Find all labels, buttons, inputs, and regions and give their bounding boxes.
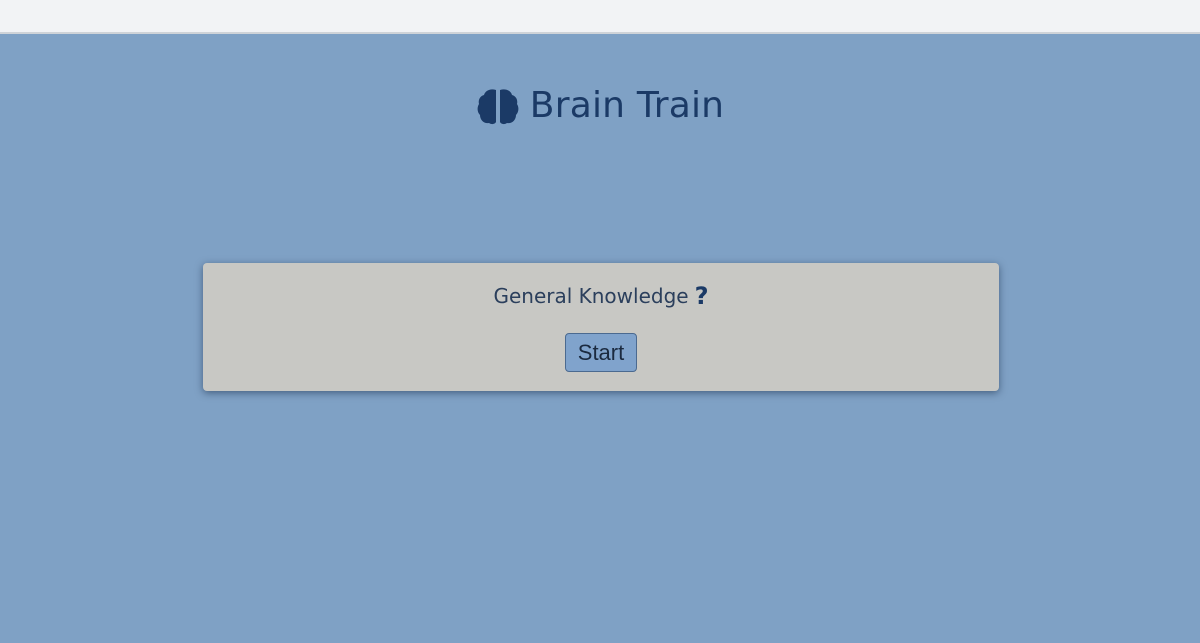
quiz-card: General Knowledge ? Start [203, 263, 999, 391]
app-header: Brain Train [0, 86, 1200, 126]
brain-icon [476, 86, 520, 126]
page-background: Brain Train General Knowledge ? Start [0, 34, 1200, 643]
app-title: Brain Train [529, 85, 725, 126]
browser-toolbar [0, 0, 1200, 34]
category-label: General Knowledge [493, 284, 689, 308]
category-heading: General Knowledge ? [203, 284, 999, 308]
start-button[interactable]: Start [565, 333, 637, 372]
question-icon: ? [694, 282, 709, 310]
